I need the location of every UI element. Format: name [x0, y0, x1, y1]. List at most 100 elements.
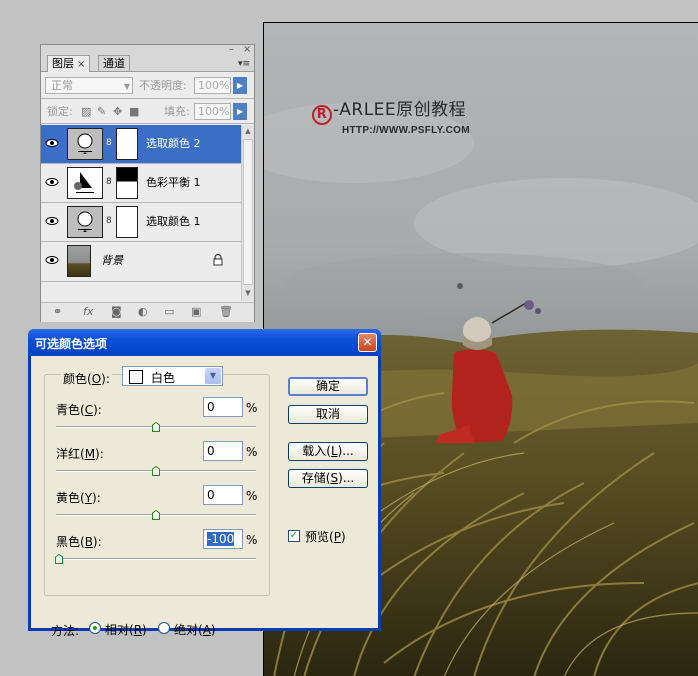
- yellow-input[interactable]: 0: [203, 485, 243, 505]
- link-icon: 8: [106, 216, 112, 226]
- dialog-titlebar[interactable]: 可选颜色选项 ✕: [28, 329, 381, 356]
- mask-thumbnail[interactable]: [116, 128, 138, 160]
- layer-name[interactable]: 色彩平衡 1: [146, 176, 201, 190]
- chevron-down-icon[interactable]: ▼: [205, 368, 221, 384]
- layer-name[interactable]: 选取颜色 2: [146, 137, 201, 151]
- magenta-slider-knob[interactable]: [152, 466, 160, 476]
- preview-label: 预览(P): [305, 530, 346, 544]
- tab-layers[interactable]: 图层 ×: [47, 55, 91, 72]
- fill-input[interactable]: 100%: [194, 103, 231, 120]
- chevron-down-icon: ▼: [123, 82, 130, 91]
- layers-panel: – × 图层 × 通道 ▾≡ 正常 ▼ 不透明度: 100% ▶ 锁定: ▨ ✎ ✥…: [40, 44, 255, 322]
- black-input[interactable]: -100: [203, 529, 243, 549]
- scroll-thumb[interactable]: [243, 139, 253, 285]
- cyan-input[interactable]: 0: [203, 397, 243, 417]
- lock-move-icon[interactable]: ✥: [113, 103, 122, 120]
- black-input-value: -100: [207, 532, 235, 546]
- lock-label: 锁定:: [47, 105, 73, 118]
- layer-row[interactable]: 8 选取颜色 1: [41, 203, 241, 242]
- link-icon: 8: [106, 177, 112, 187]
- lock-icon: [213, 254, 223, 266]
- fx-icon[interactable]: fx: [83, 305, 93, 318]
- opacity-arrow-button[interactable]: ▶: [233, 77, 247, 94]
- eye-icon[interactable]: [45, 254, 59, 266]
- eye-icon[interactable]: [45, 215, 59, 227]
- yellow-unit: %: [246, 489, 258, 503]
- mask-thumbnail[interactable]: [116, 206, 138, 238]
- trash-icon[interactable]: 🗑: [219, 305, 233, 318]
- layer-name[interactable]: 选取颜色 1: [146, 215, 201, 229]
- layer-actions-bar: ⚭ fx ◙ ◐ ▭ ▣ 🗑: [41, 302, 254, 322]
- opacity-label: 不透明度:: [139, 79, 187, 92]
- yellow-slider-knob[interactable]: [152, 510, 160, 520]
- tab-channels-label: 通道: [103, 57, 125, 70]
- fill-arrow-button[interactable]: ▶: [233, 103, 247, 120]
- tab-channels[interactable]: 通道: [98, 55, 130, 71]
- black-label: 黑色(B):: [56, 535, 102, 549]
- black-slider-track[interactable]: [56, 558, 256, 560]
- blend-mode-select[interactable]: 正常 ▼: [45, 77, 133, 94]
- selective-color-dialog: 可选颜色选项 ✕ 颜色(O): 白色 ▼ 青色(C): 0 % 洋红(M): 0…: [28, 329, 381, 638]
- tab-close-icon[interactable]: ×: [77, 59, 85, 70]
- layer-row[interactable]: 8 色彩平衡 1: [41, 164, 241, 203]
- radio-circle-icon[interactable]: [158, 622, 170, 634]
- panel-close-icon[interactable]: ×: [243, 44, 251, 55]
- adjustment-thumbnail: [67, 167, 103, 199]
- lock-transparency-icon[interactable]: ▨: [81, 103, 91, 120]
- scroll-up-icon[interactable]: ▲: [242, 125, 254, 137]
- magenta-unit: %: [246, 445, 258, 459]
- image-thumbnail: [67, 245, 91, 277]
- new-layer-icon[interactable]: ▣: [191, 305, 201, 318]
- layer-row[interactable]: 背景: [41, 242, 241, 282]
- colors-select-value: 白色: [151, 371, 176, 385]
- divider: [41, 98, 254, 99]
- magenta-input[interactable]: 0: [203, 441, 243, 461]
- close-button[interactable]: ✕: [358, 333, 377, 352]
- save-button[interactable]: 存储(S)...: [288, 469, 368, 488]
- cyan-label: 青色(C):: [56, 403, 102, 417]
- cyan-slider-knob[interactable]: [152, 422, 160, 432]
- adjustment-layer-icon[interactable]: ◐: [138, 305, 148, 318]
- radio-dot-icon[interactable]: [89, 622, 101, 634]
- layer-scrollbar[interactable]: ▲ ▼: [241, 125, 254, 301]
- link-layers-icon[interactable]: ⚭: [53, 305, 62, 318]
- ok-button[interactable]: 确定: [288, 377, 368, 396]
- magenta-label: 洋红(M):: [56, 447, 104, 461]
- divider: [41, 123, 254, 124]
- adjustment-thumbnail: [67, 128, 103, 160]
- lock-brush-icon[interactable]: ✎: [97, 103, 106, 120]
- panel-tabs: 图层 × 通道 ▾≡: [41, 55, 254, 72]
- colors-select[interactable]: 白色 ▼: [122, 366, 223, 386]
- layer-row[interactable]: 8 选取颜色 2: [41, 125, 241, 164]
- watermark-logo: R -ARLEE原创教程: [312, 95, 470, 125]
- dialog-body: 颜色(O): 白色 ▼ 青色(C): 0 % 洋红(M): 0 % 黄色(Y):…: [31, 356, 378, 638]
- absolute-label: 绝对(A): [174, 623, 216, 637]
- lock-all-icon[interactable]: ■: [129, 103, 139, 120]
- cancel-button[interactable]: 取消: [288, 405, 368, 424]
- watermark-brand: -ARLEE原创教程: [333, 100, 467, 120]
- link-icon: 8: [106, 138, 112, 148]
- cyan-unit: %: [246, 401, 258, 415]
- new-group-icon[interactable]: ▭: [164, 305, 174, 318]
- watermark: R -ARLEE原创教程 HTTP://WWW.PSFLY.COM: [312, 95, 470, 136]
- black-slider-knob[interactable]: [55, 554, 63, 564]
- panel-header[interactable]: – ×: [41, 44, 254, 55]
- opacity-input[interactable]: 100%: [194, 77, 231, 94]
- eye-icon[interactable]: [45, 137, 59, 149]
- watermark-url: HTTP://WWW.PSFLY.COM: [342, 125, 470, 136]
- yellow-label: 黄色(Y):: [56, 491, 101, 505]
- add-mask-icon[interactable]: ◙: [111, 305, 122, 318]
- blend-mode-value: 正常: [51, 79, 73, 92]
- eye-icon[interactable]: [45, 176, 59, 188]
- color-swatch: [129, 370, 143, 384]
- load-button[interactable]: 载入(L)...: [288, 442, 368, 461]
- dialog-title: 可选颜色选项: [35, 337, 108, 351]
- mask-thumbnail[interactable]: [116, 167, 138, 199]
- fill-label: 填充:: [164, 105, 190, 118]
- minimize-icon[interactable]: –: [229, 44, 234, 55]
- layer-name[interactable]: 背景: [101, 254, 123, 268]
- black-unit: %: [246, 533, 258, 547]
- scroll-down-icon[interactable]: ▼: [242, 287, 254, 299]
- checkmark-icon[interactable]: ✓: [288, 530, 300, 542]
- panel-menu-icon[interactable]: ▾≡: [238, 59, 250, 69]
